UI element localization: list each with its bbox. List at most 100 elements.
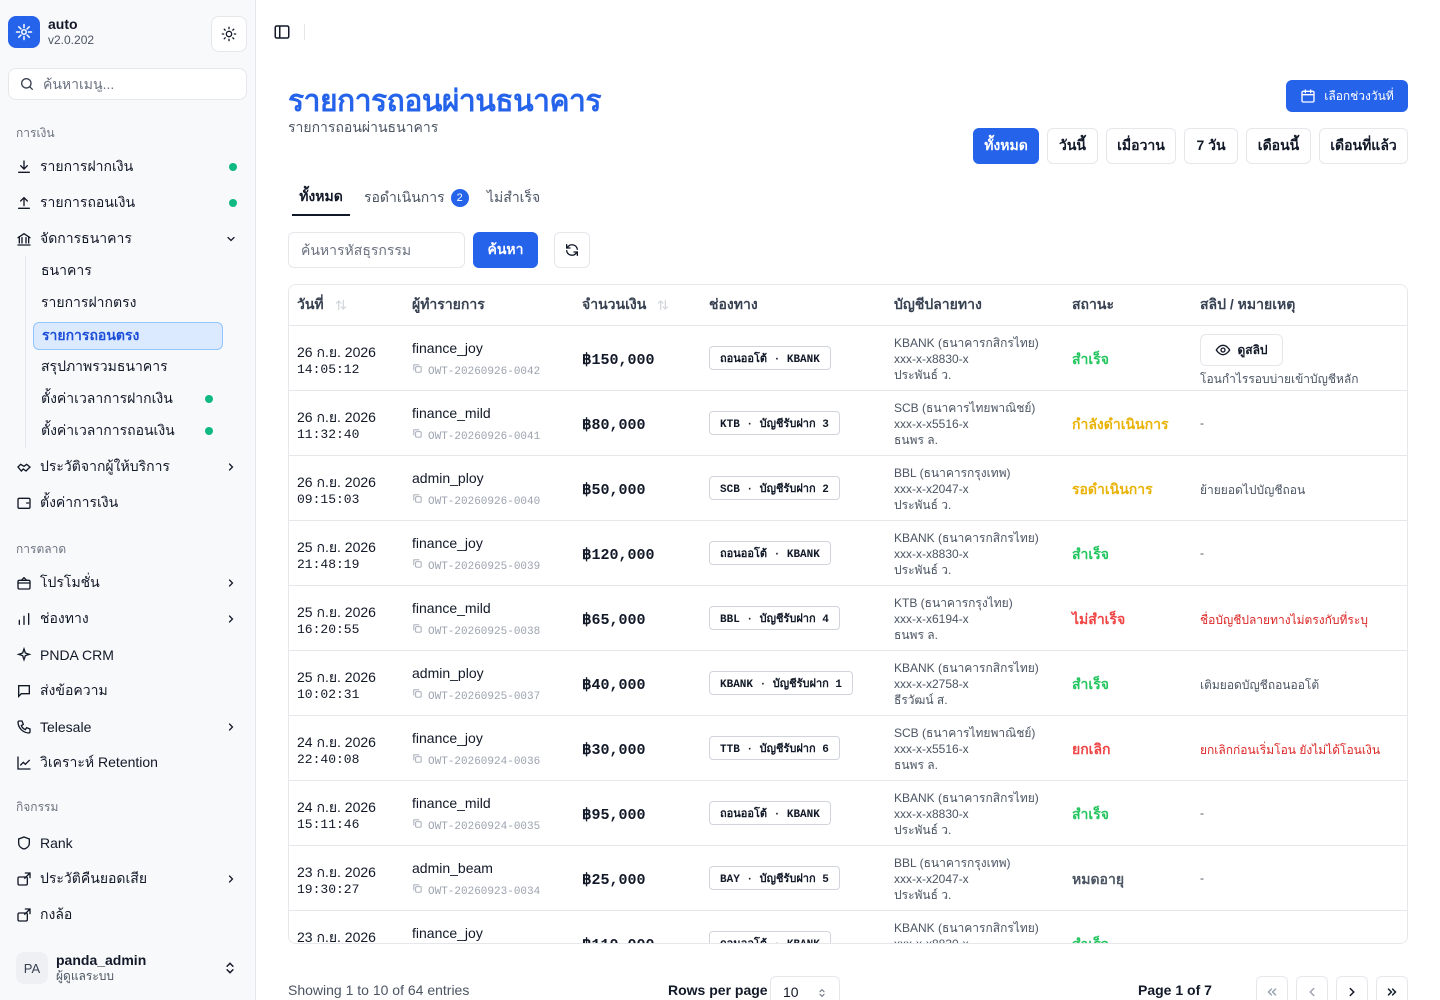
row-reference[interactable]: OWT-20260924-0036 [412,753,540,771]
row-channel-badge: KBANK · บัญชีรับฝาก 1 [709,671,854,695]
row-reference[interactable]: OWT-20260926-0042 [412,363,540,381]
row-dest-account: xxx-x-x5516-x [894,742,969,756]
range-7days-button[interactable]: 7 วัน [1184,128,1238,164]
sidebar-item-finance-settings[interactable]: ตั้งค่าการเงิน [8,487,247,519]
row-reference[interactable]: OWT-20260925-0039 [412,558,540,576]
tab-all[interactable]: ทั้งหมด [292,180,350,216]
view-slip-label: ดูสลิป [1237,342,1268,357]
table-row[interactable]: 23 ก.ย. 2026 finance_joy ฿110,000 ถอนออโต้ … [289,911,1407,943]
sidebar-sub-deposit-time[interactable]: ตั้งค่าเวลาการฝากเงิน [33,385,223,413]
range-today-button[interactable]: วันนี้ [1047,128,1098,164]
sidebar-item-wheel[interactable]: กงล้อ [8,899,247,931]
sidebar-sub-direct-deposits[interactable]: รายการฝากตรง [33,289,223,317]
row-user: admin_beam OWT-20260923-0034 [412,859,540,901]
sidebar-item-withdrawals[interactable]: รายการถอนเงิน [8,187,247,219]
view-slip-button[interactable]: ดูสลิป [1200,334,1283,366]
row-reference-code: OWT-20260926-0042 [428,366,541,378]
range-yesterday-button[interactable]: เมื่อวาน [1106,128,1176,164]
date-range-button[interactable]: เลือกช่วงวันที่ [1286,80,1408,112]
row-dest-bank: KBANK (ธนาคารกสิกรไทย) [894,531,1039,545]
chevron-right-icon [228,579,234,587]
row-reference[interactable]: OWT-20260925-0038 [412,623,540,641]
range-all-button[interactable]: ทั้งหมด [973,128,1039,164]
sidebar-item-retention[interactable]: วิเคราะห์ Retention [8,747,247,779]
theme-toggle-button[interactable] [211,16,247,52]
sidebar-toggle-button[interactable] [272,22,292,42]
menu-search[interactable] [8,68,247,100]
table-row[interactable]: 25 ก.ย. 2026 21:48:19 finance_joy OWT-20260… [289,521,1407,586]
table-row[interactable]: 24 ก.ย. 2026 15:11:46 finance_mild OWT-2026… [289,781,1407,846]
table-row[interactable]: 25 ก.ย. 2026 10:02:31 admin_ploy OWT-202609… [289,651,1407,716]
menu-search-input[interactable] [43,76,233,92]
row-user: finance_mild OWT-20260925-0038 [412,599,540,641]
sidebar-item-deposits[interactable]: รายการฝากเงิน [8,151,247,183]
table-row[interactable]: 26 ก.ย. 2026 14:05:12 finance_joy OWT-20260… [289,326,1407,391]
row-note: ชื่อบัญชีปลายทางไม่ตรงกับที่ระบุ [1200,613,1368,627]
range-last-month-button[interactable]: เดือนที่แล้ว [1319,128,1408,164]
status-dot [229,163,237,171]
row-note: - [1200,871,1204,885]
sun-icon [221,26,237,42]
row-date-day: 26 ก.ย. 2026 [297,409,376,425]
refresh-button[interactable] [554,232,590,268]
sidebar-item-channels[interactable]: ช่องทาง [8,603,247,635]
row-reference[interactable]: OWT-20260926-0040 [412,493,540,511]
transaction-search-input[interactable] [301,242,452,258]
sidebar-item-cashback-history[interactable]: ประวัติคืนยอดเสีย [8,863,247,895]
row-dest-bank: KBANK (ธนาคารกสิกรไทย) [894,921,1039,935]
sidebar-item-promotions[interactable]: โปรโมชั่น [8,567,247,599]
column-header-amount[interactable]: จำนวนเงิน [582,285,670,325]
copy-icon [412,493,423,511]
table-row[interactable]: 23 ก.ย. 2026 19:30:27 admin_beam OWT-202609… [289,846,1407,911]
table-row[interactable]: 26 ก.ย. 2026 09:15:03 admin_ploy OWT-202609… [289,456,1407,521]
prev-page-button[interactable] [1296,976,1328,1000]
row-reference[interactable]: OWT-20260925-0037 [412,688,540,706]
sidebar-sub-direct-withdrawals[interactable]: รายการถอนตรง [33,322,223,350]
sidebar-item-bank-management[interactable]: จัดการธนาคาร [8,223,247,255]
row-destination: KBANK (ธนาคารกสิกรไทย) xxx-x-x8830-x ประพั… [894,530,1039,578]
row-dest-bank: KBANK (ธนาคารกสิกรไทย) [894,791,1039,805]
row-note: - [1200,546,1204,560]
rows-per-page-select[interactable]: 10 [770,976,840,1000]
brand[interactable]: auto v2.0.202 [8,16,94,48]
search-button[interactable]: ค้นหา [473,232,538,268]
sidebar-sub-withdraw-time[interactable]: ตั้งค่าเวลาการถอนเงิน [33,417,223,445]
table-row[interactable]: 26 ก.ย. 2026 11:32:40 finance_mild OWT-2026… [289,391,1407,456]
transaction-search[interactable] [288,232,465,268]
sidebar-item-rank[interactable]: Rank [8,827,247,859]
tab-failed[interactable]: ไม่สำเร็จ [487,180,540,216]
next-page-button[interactable] [1336,976,1368,1000]
row-channel-badge: SCB · บัญชีรับฝาก 2 [709,476,840,500]
row-user: finance_mild OWT-20260926-0041 [412,404,540,446]
table-row[interactable]: 25 ก.ย. 2026 16:20:55 finance_mild OWT-2026… [289,586,1407,651]
row-username: admin_ploy [412,470,484,486]
sidebar-item-send-message[interactable]: ส่งข้อความ [8,675,247,707]
status-dot [205,427,213,435]
tab-pending[interactable]: รอดำเนินการ 2 [364,180,469,216]
user-menu[interactable]: PA panda_admin ผู้ดูแลระบบ [8,944,247,992]
first-page-button[interactable] [1256,976,1288,1000]
sidebar-sub-bank-overview[interactable]: สรุปภาพรวมธนาคาร [33,353,223,381]
row-reference[interactable]: OWT-20260924-0035 [412,818,540,836]
sidebar-sub-banks[interactable]: ธนาคาร [33,257,223,285]
row-reference-code: OWT-20260925-0039 [428,561,541,573]
range-this-month-button[interactable]: เดือนนี้ [1246,128,1311,164]
sidebar-item-crm[interactable]: PNDA CRM [8,639,247,671]
row-reference[interactable]: OWT-20260926-0041 [412,428,540,446]
last-page-button[interactable] [1376,976,1408,1000]
wheel-icon [16,907,32,923]
table-row[interactable]: 24 ก.ย. 2026 22:40:08 finance_joy OWT-20260… [289,716,1407,781]
column-header-date[interactable]: วันที่ [297,285,348,325]
row-dest-bank: SCB (ธนาคารไทยพาณิชย์) [894,401,1036,415]
user-role: ผู้ดูแลระบบ [56,969,115,983]
row-destination: SCB (ธนาคารไทยพาณิชย์) xxx-x-x5516-x ธนพร … [894,400,1035,448]
status-dot [205,395,213,403]
row-dest-holder: ธนพร ล. [894,628,938,642]
chevron-right-icon [1349,987,1355,997]
sidebar-item-telesale[interactable]: Telesale [8,711,247,743]
row-date-day: 24 ก.ย. 2026 [297,734,376,750]
sidebar-item-provider-history[interactable]: ประวัติจากผู้ให้บริการ [8,451,247,483]
row-date-day: 25 ก.ย. 2026 [297,539,376,555]
row-reference[interactable]: OWT-20260923-0034 [412,883,540,901]
row-status: ไม่สำเร็จ [1072,611,1126,627]
